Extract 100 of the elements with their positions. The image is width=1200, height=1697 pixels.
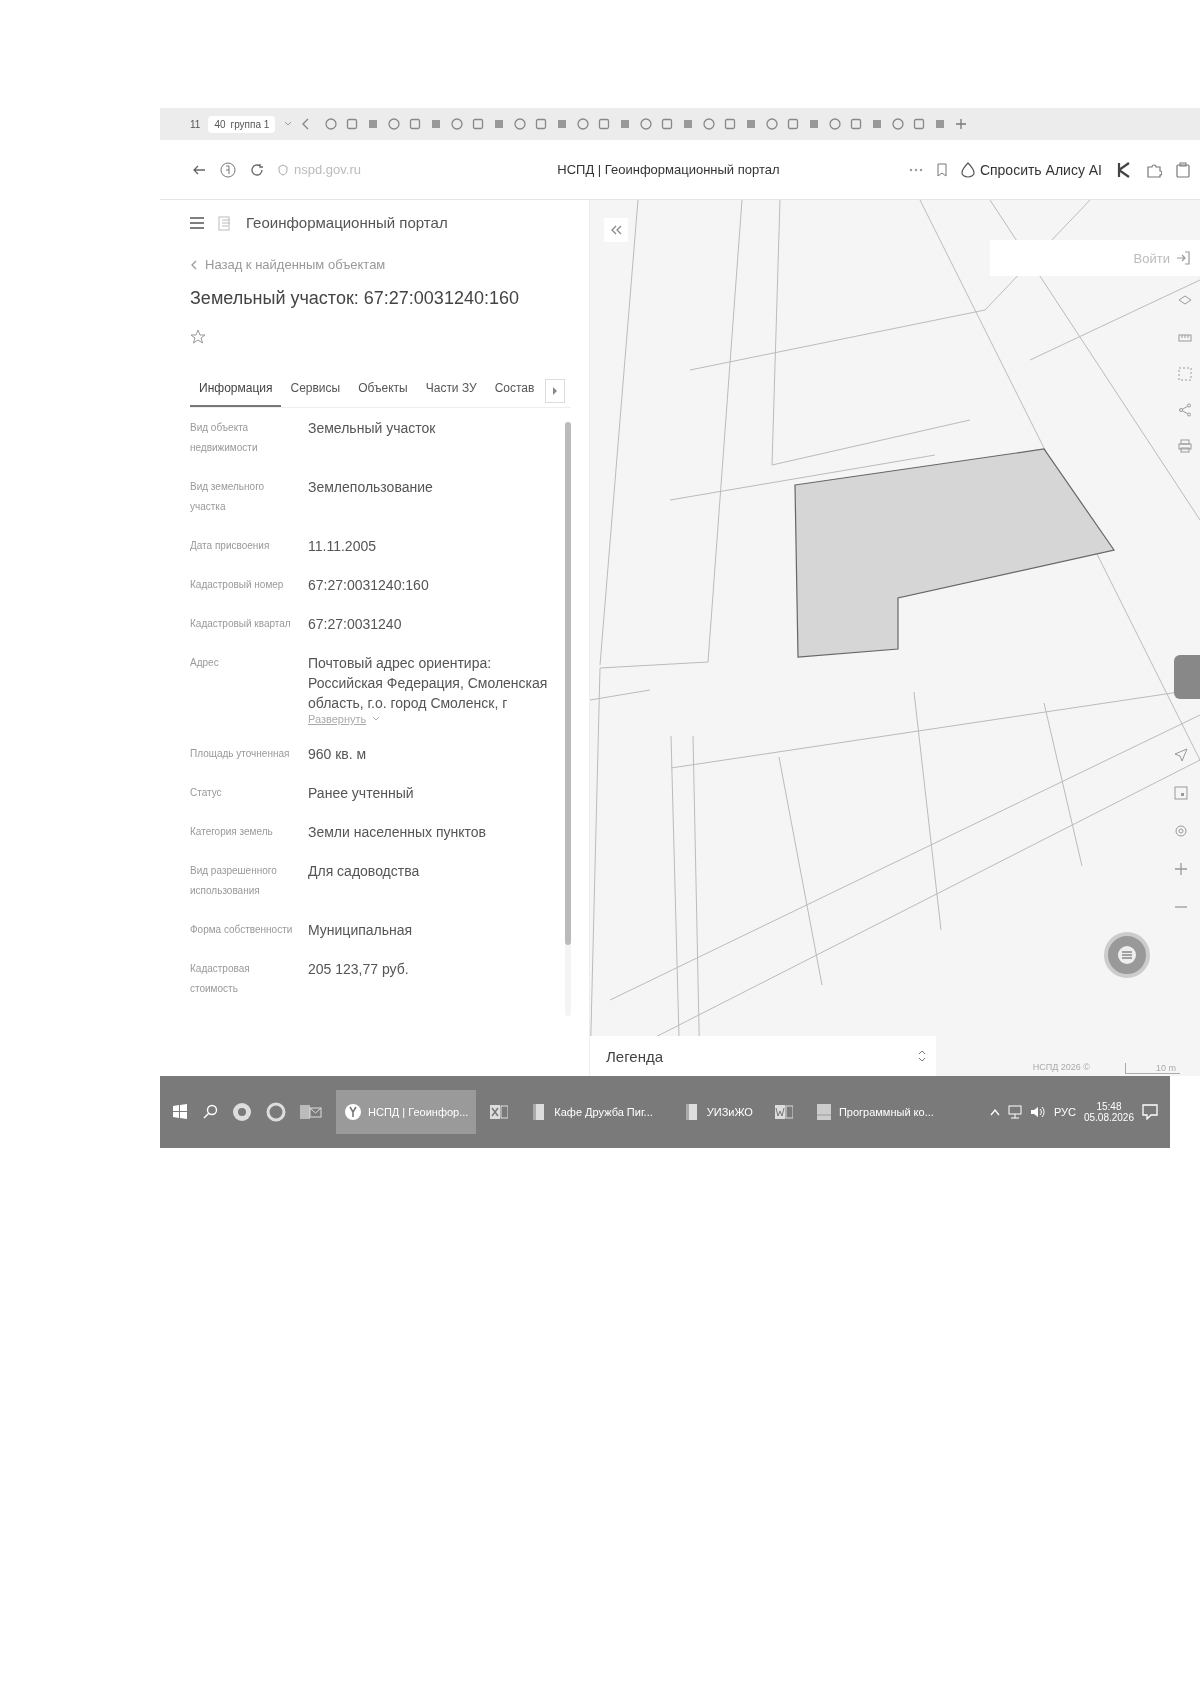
- clock-date[interactable]: 05.08.2026: [1083, 1112, 1134, 1123]
- legend-panel[interactable]: Легенда: [590, 1036, 936, 1076]
- navigation-arrow-icon[interactable]: [1174, 748, 1188, 762]
- chevron-left-icon: [190, 259, 197, 270]
- browser-logo-icon: [344, 1103, 362, 1121]
- windows-start-icon[interactable]: [172, 1104, 188, 1120]
- assistant-icon: [960, 161, 975, 178]
- word-app-icon[interactable]: [774, 1103, 793, 1121]
- spreadsheet-app-icon[interactable]: [490, 1103, 509, 1121]
- tab-favicon-icon[interactable]: [409, 118, 422, 130]
- tab-count[interactable]: 11: [190, 118, 201, 130]
- tab-favicon-icon[interactable]: [829, 118, 842, 130]
- taskbar-app[interactable]: УИЗиЖО: [674, 1090, 761, 1134]
- tab[interactable]: Объекты: [349, 375, 417, 407]
- tab-favicon-icon[interactable]: [346, 118, 359, 130]
- tab-favicon-icon[interactable]: [808, 118, 821, 130]
- tab-favicon-icon[interactable]: [388, 118, 401, 130]
- collapse-panel-button[interactable]: [604, 218, 628, 242]
- tab-favicon-icon[interactable]: [367, 118, 380, 130]
- taskbar-app[interactable]: Кафе Дружба Пиг...: [522, 1090, 661, 1134]
- print-icon[interactable]: [1178, 439, 1192, 453]
- tab-favicon-icon[interactable]: [325, 118, 338, 130]
- taskbar-app[interactable]: НСПД | Геоинфор...: [336, 1090, 477, 1134]
- tab-favicon-icon[interactable]: [892, 118, 905, 130]
- browser-logo-icon[interactable]: [220, 161, 236, 178]
- locate-icon[interactable]: [1174, 824, 1188, 838]
- tab-favicon-icon[interactable]: [934, 118, 947, 130]
- object-title: Земельный участок: 67:27:0031240:160: [190, 288, 520, 309]
- zoom-in-icon[interactable]: [1174, 862, 1188, 876]
- tab-favicon-icon[interactable]: [535, 118, 548, 130]
- tab-favicon-icon[interactable]: [472, 118, 485, 130]
- tab-favicon-icon[interactable]: [724, 118, 737, 130]
- bookmark-icon[interactable]: [936, 162, 947, 177]
- tab-favicon-icon[interactable]: [787, 118, 800, 130]
- favorite-star-icon[interactable]: [190, 329, 206, 345]
- tab-favicon-icon[interactable]: [556, 118, 569, 130]
- scrollbar[interactable]: [565, 422, 571, 1016]
- ruler-icon[interactable]: [1178, 331, 1192, 345]
- chevron-down-icon[interactable]: [372, 716, 381, 722]
- tab-favicon-icon[interactable]: [661, 118, 674, 130]
- tab-favicon-icon[interactable]: [766, 118, 779, 130]
- tabs-next-button[interactable]: [545, 379, 566, 403]
- document-logo-icon: [218, 214, 232, 231]
- tab-favicon-icon[interactable]: [850, 118, 863, 130]
- tab-group[interactable]: 40 группа 1: [208, 115, 276, 133]
- search-icon[interactable]: [202, 1104, 218, 1120]
- portal-title: Геоинформационный портал: [246, 214, 448, 231]
- clock-time[interactable]: 15:48: [1096, 1101, 1122, 1112]
- volume-icon[interactable]: [1029, 1105, 1046, 1119]
- chat-button[interactable]: [1104, 932, 1150, 978]
- language-indicator[interactable]: РУС: [1053, 1106, 1076, 1118]
- expand-link[interactable]: Развернуть: [308, 713, 367, 725]
- notification-icon[interactable]: [1142, 1104, 1158, 1120]
- tab-favicon-icon[interactable]: [430, 118, 443, 130]
- mail-app-icon[interactable]: [300, 1104, 322, 1120]
- square-icon[interactable]: [1174, 786, 1188, 800]
- tab-group-count: 40: [214, 118, 226, 130]
- tab-favicon-icon[interactable]: [514, 118, 527, 130]
- tab[interactable]: Части ЗУ: [416, 375, 486, 407]
- more-icon[interactable]: [908, 167, 923, 172]
- selected-parcel[interactable]: [794, 448, 1115, 658]
- tab-favicon-icon[interactable]: [577, 118, 590, 130]
- taskbar-app[interactable]: Программный ко...: [806, 1090, 942, 1134]
- field-value: Ранее учтенный: [308, 784, 415, 803]
- clipboard-icon[interactable]: [1176, 161, 1190, 178]
- field-label: Кадастровый номер: [190, 578, 285, 592]
- back-icon[interactable]: [192, 163, 206, 176]
- tab-favicon-icon[interactable]: [682, 118, 695, 130]
- share-icon[interactable]: [1178, 403, 1192, 417]
- tab[interactable]: Состав: [485, 375, 544, 407]
- tab[interactable]: Сервисы: [281, 375, 350, 407]
- ask-assistant-button[interactable]: Спросить Алису AI: [960, 161, 1102, 178]
- tab[interactable]: Информация: [190, 375, 282, 407]
- caret-up-icon[interactable]: [989, 1108, 1000, 1116]
- field-value: Почтовый адрес ориентира: Российская Федерация, Смоленская область, г.о. город Смоленск, г: [308, 654, 549, 713]
- field-label: Вид разрешенного использования: [190, 864, 278, 898]
- tab-favicon-icon[interactable]: [871, 118, 884, 130]
- document-icon: [814, 1103, 833, 1121]
- tab-favicon-icon[interactable]: [493, 118, 506, 130]
- extension-icon[interactable]: [1116, 160, 1132, 179]
- browser-circle-icon[interactable]: [232, 1102, 252, 1122]
- field-label: Вид объекта недвижимости: [190, 421, 259, 455]
- tab-favicon-icon[interactable]: [451, 118, 464, 130]
- tab-favicon-icon[interactable]: [619, 118, 632, 130]
- back-link[interactable]: Назад к найденным объектам: [190, 257, 571, 272]
- selection-icon[interactable]: [1178, 367, 1192, 381]
- tab-favicon-icon[interactable]: [913, 118, 926, 130]
- puzzle-icon[interactable]: [1146, 161, 1162, 178]
- tab-favicon-icon[interactable]: [598, 118, 611, 130]
- network-icon[interactable]: [1007, 1105, 1022, 1119]
- double-chevron-left-icon: [610, 225, 622, 235]
- tab-favicon-icon[interactable]: [745, 118, 758, 130]
- new-tab-icon[interactable]: [955, 118, 968, 130]
- ring-app-icon[interactable]: [266, 1102, 286, 1122]
- tab-favicon-icon[interactable]: [703, 118, 716, 130]
- tab-favicon-icon[interactable]: [640, 118, 653, 130]
- menu-icon[interactable]: [190, 216, 204, 229]
- reload-icon[interactable]: [250, 162, 264, 177]
- field-value: Муниципальная: [308, 921, 414, 940]
- shield-icon: [278, 163, 288, 176]
